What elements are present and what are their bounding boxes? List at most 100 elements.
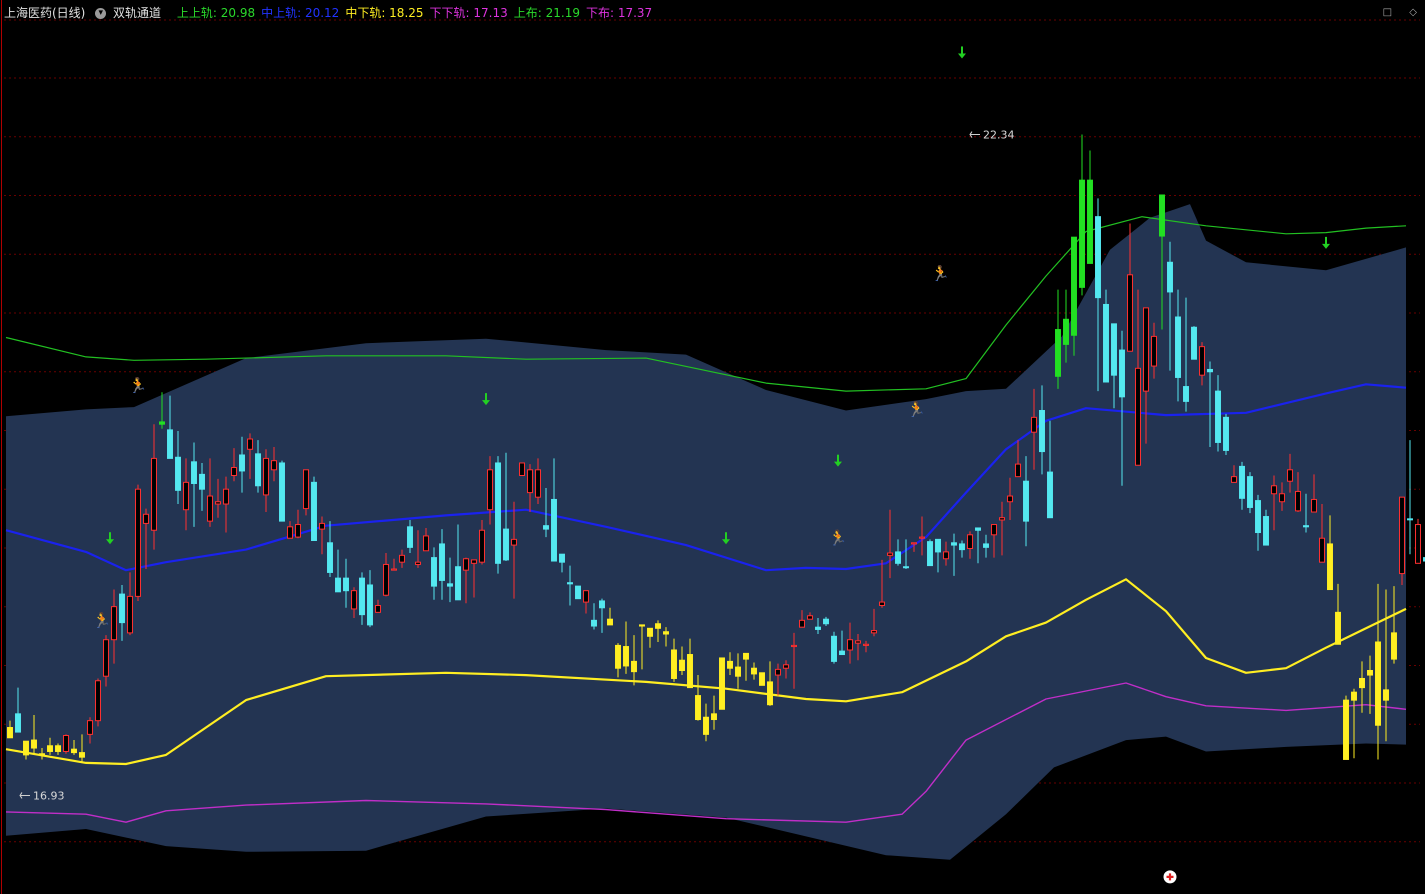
indicator-label: 中上轨: 20.12 <box>261 6 340 20</box>
candle-body <box>167 429 173 459</box>
candle-body <box>1359 677 1365 689</box>
candle-body <box>1079 179 1085 288</box>
candle-body <box>863 643 869 646</box>
channel-band <box>6 204 1406 860</box>
candle-body <box>351 590 357 610</box>
candle-body <box>1295 490 1301 512</box>
candle-body <box>191 461 197 484</box>
candle-body <box>1327 543 1333 591</box>
candle-body <box>687 654 693 689</box>
candle-body <box>335 577 341 593</box>
candle-body <box>735 666 741 677</box>
candle-body <box>855 640 861 644</box>
candle-body <box>839 650 845 656</box>
candle-body <box>79 752 85 758</box>
candle-body <box>431 557 437 587</box>
candle-body <box>311 481 317 542</box>
indicator-name[interactable]: 双轨通道 <box>113 0 161 26</box>
candle-body <box>199 473 205 490</box>
candle-body <box>223 488 229 505</box>
arrow-down-icon <box>1322 236 1330 249</box>
candle-body <box>175 456 181 491</box>
candle-body <box>15 713 21 733</box>
candle-body <box>1271 485 1277 495</box>
candle-body <box>39 753 45 756</box>
candle-body <box>583 590 589 603</box>
candle-body <box>1367 670 1373 676</box>
stock-title[interactable]: 上海医药(日线) <box>4 0 85 26</box>
runner-icon: 🏃 <box>907 400 926 418</box>
candle-body <box>255 453 261 487</box>
candle-body <box>1199 346 1205 376</box>
candle-body <box>967 534 973 549</box>
candle-body <box>1343 699 1349 760</box>
candle-body <box>1135 367 1141 466</box>
candle-body <box>1095 216 1101 299</box>
candle-body <box>1351 691 1357 701</box>
candle-body <box>1071 236 1077 336</box>
candle-body <box>47 745 53 752</box>
candle-body <box>1047 471 1053 519</box>
candle-body <box>415 561 421 565</box>
candle-body <box>935 538 941 553</box>
candle-body <box>1151 335 1157 367</box>
candle-body <box>1311 498 1317 513</box>
indicator-label: 下布: 17.37 <box>585 6 653 20</box>
diamond-icon[interactable]: ◇ <box>1409 7 1417 18</box>
candle-body <box>183 481 189 511</box>
window-controls: □ ◇ <box>1369 7 1417 18</box>
candle-body <box>1111 323 1117 376</box>
plus-circle-icon <box>1163 870 1177 884</box>
candle-body <box>647 627 653 637</box>
candle-body <box>1279 493 1285 503</box>
candle-body <box>527 469 533 494</box>
candle-body <box>607 618 613 626</box>
candle-body <box>1023 480 1029 522</box>
candle-body <box>31 739 37 749</box>
candle-body <box>455 566 461 601</box>
candle-body <box>95 680 101 722</box>
candle-body <box>519 462 525 477</box>
candle-body <box>559 553 565 563</box>
candle-body <box>679 659 685 671</box>
candle-body <box>423 535 429 552</box>
candle-body <box>1031 416 1037 433</box>
indicator-menu-icon[interactable]: ▾ <box>95 8 107 19</box>
candle-body <box>1191 326 1197 360</box>
candle-body <box>1239 465 1245 499</box>
candle-body <box>1335 611 1341 645</box>
candle-body <box>831 635 837 662</box>
candle-body <box>87 720 93 735</box>
candle-body <box>711 713 717 721</box>
candle-body <box>1119 349 1125 398</box>
indicator-label: 上布: 21.19 <box>513 6 580 20</box>
candle-body <box>279 462 285 522</box>
candle-body <box>943 551 949 560</box>
candle-body <box>215 501 221 505</box>
candle-body <box>1375 641 1381 726</box>
candle-body <box>615 644 621 669</box>
candle-body <box>1383 689 1389 701</box>
indicator-label: 中下轨: 18.25 <box>345 6 424 20</box>
candle-body <box>567 582 573 585</box>
candle-body <box>599 600 605 609</box>
candle-body <box>919 536 925 539</box>
candle-body <box>247 438 253 450</box>
candle-body <box>743 652 749 660</box>
candle-body <box>271 460 277 471</box>
square-icon[interactable]: □ <box>1383 7 1392 18</box>
candle-body <box>1143 307 1149 392</box>
candle-body <box>1103 303 1109 383</box>
high-price-label: 22.34 <box>983 129 1015 142</box>
candle-body <box>815 626 821 630</box>
candle-body <box>319 522 325 530</box>
candle-body <box>999 517 1005 521</box>
candlestick-chart: 🏃 🏃 🏃 🏃 🏃 22.34 16.93 <box>4 19 1425 884</box>
indicator-values: 上上轨: 20.98 中上轨: 20.12 中下轨: 18.25 下下轨: 17.13… <box>177 0 658 26</box>
candle-body <box>1287 469 1293 482</box>
candle-body <box>1015 463 1021 478</box>
candle-body <box>847 639 853 651</box>
candle-body <box>807 615 813 620</box>
candle-body <box>391 568 397 571</box>
candle-body <box>727 660 733 669</box>
